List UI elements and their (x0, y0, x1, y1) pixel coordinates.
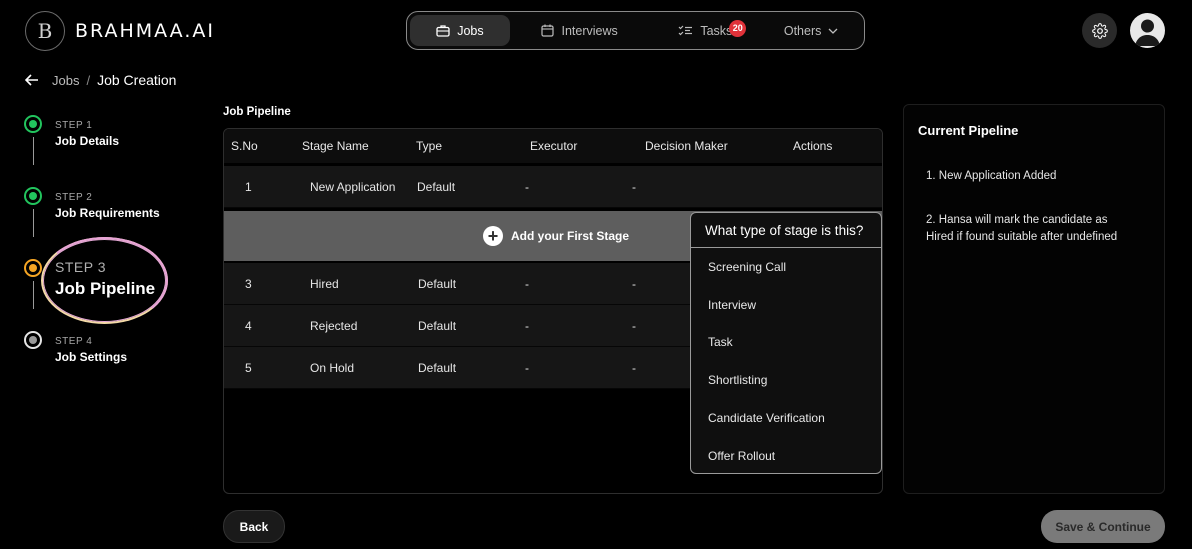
add-first-stage-button[interactable]: + Add your First Stage (482, 226, 629, 246)
table-row[interactable]: 1 New Application Default - - (224, 166, 882, 208)
row-stage-name: On Hold (310, 360, 355, 375)
current-pipeline-panel: Current Pipeline 1. New Application Adde… (903, 104, 1165, 494)
back-arrow-icon[interactable] (25, 74, 41, 86)
tasks-label-wrap: Tasks 20 (700, 19, 747, 38)
step-label: STEP 3 (55, 259, 106, 275)
save-continue-button[interactable]: Save & Continue (1041, 510, 1165, 543)
nav-tab-interviews[interactable]: Interviews (510, 15, 650, 46)
breadcrumb-jobs-link[interactable]: Jobs (52, 73, 79, 88)
brand-logo[interactable]: B BRAHMAA.AI (25, 11, 215, 51)
task-list-icon (678, 25, 693, 35)
step-complete-icon (24, 187, 42, 205)
breadcrumb: Jobs / Job Creation (25, 72, 176, 88)
column-header: Stage Name (302, 139, 369, 153)
row-type: Default (418, 276, 457, 291)
step-complete-icon (24, 115, 42, 133)
step-title: Job Settings (55, 350, 128, 364)
stage-type-dropdown: What type of stage is this? Screening Ca… (690, 212, 882, 474)
row-executor: - (525, 179, 529, 194)
logo-mark-icon: B (25, 11, 65, 51)
nav-tab-tasks[interactable]: Tasks 20 (649, 15, 761, 46)
step-title: Job Requirements (55, 206, 160, 220)
menu-item-shortlisting[interactable]: Shortlisting (691, 361, 881, 399)
row-stage-name: New Application (310, 179, 396, 194)
chevron-down-icon (828, 28, 838, 34)
row-executor: - (525, 276, 529, 291)
menu-item-interview[interactable]: Interview (691, 286, 881, 324)
step-title: Job Details (55, 134, 120, 148)
row-decision-maker: - (632, 276, 636, 291)
table-header: S.No Stage Name Type Executor Decision M… (224, 129, 882, 163)
briefcase-icon (436, 25, 450, 37)
column-header: Executor (530, 139, 578, 153)
step-connector (33, 281, 34, 309)
row-decision-maker: - (632, 318, 636, 333)
gear-icon (1091, 22, 1108, 39)
row-executor: - (525, 318, 529, 333)
nav-tab-jobs[interactable]: Jobs (410, 15, 510, 46)
user-avatar[interactable] (1130, 13, 1165, 48)
breadcrumb-separator: / (86, 72, 91, 88)
step-current-icon (24, 259, 42, 277)
row-stage-name: Hired (310, 276, 339, 291)
nav-tab-label: Others (783, 23, 822, 38)
settings-button[interactable] (1082, 13, 1117, 48)
step-label: STEP 1 (55, 120, 93, 131)
menu-item-offer-rollout[interactable]: Offer Rollout (691, 437, 881, 473)
column-header: Decision Maker (645, 139, 728, 153)
pipeline-summary-item: 1. New Application Added (926, 170, 1057, 182)
row-executor: - (525, 360, 529, 375)
add-stage-label: Add your First Stage (510, 229, 629, 243)
row-sno: 5 (245, 360, 252, 375)
column-header: S.No (231, 139, 258, 153)
nav-tab-label: Jobs (457, 23, 484, 38)
step-pending-icon (24, 331, 42, 349)
row-sno: 1 (245, 179, 252, 194)
step-connector (33, 137, 34, 165)
section-title: Job Pipeline (223, 106, 291, 118)
row-decision-maker: - (632, 360, 636, 375)
tasks-count-badge: 20 (729, 19, 747, 37)
step-title: Job Pipeline (55, 279, 156, 298)
user-icon (1135, 19, 1160, 46)
dropdown-title: What type of stage is this? (691, 213, 881, 248)
row-type: Default (418, 318, 457, 333)
pipeline-summary-item: 2. Hansa will mark the candidate as Hire… (926, 214, 1118, 243)
back-button[interactable]: Back (223, 510, 285, 543)
menu-item-candidate-verification[interactable]: Candidate Verification (691, 399, 881, 437)
menu-item-task[interactable]: Task (691, 324, 881, 362)
step-label: STEP 4 (55, 336, 93, 347)
calendar-icon (541, 24, 555, 37)
column-header: Type (416, 139, 443, 153)
panel-title: Current Pipeline (918, 123, 1019, 138)
plus-circle-icon: + (482, 226, 503, 246)
row-stage-name: Rejected (310, 318, 358, 333)
brand-name: BRAHMAA.AI (75, 20, 215, 42)
step-connector (33, 209, 34, 237)
row-sno: 4 (245, 318, 252, 333)
breadcrumb-current: Job Creation (97, 72, 177, 88)
nav-tab-label: Interviews (561, 23, 618, 38)
top-navigation: Jobs Interviews Tasks 20 Others (406, 11, 865, 50)
nav-tab-label: Tasks (700, 23, 733, 38)
column-header: Actions (793, 139, 833, 153)
row-decision-maker: - (632, 179, 636, 194)
row-type: Default (417, 179, 456, 194)
row-type: Default (418, 360, 457, 375)
nav-tab-others[interactable]: Others (761, 15, 861, 46)
step-label: STEP 2 (55, 192, 93, 203)
row-sno: 3 (245, 276, 252, 291)
menu-item-screening-call[interactable]: Screening Call (691, 248, 881, 286)
